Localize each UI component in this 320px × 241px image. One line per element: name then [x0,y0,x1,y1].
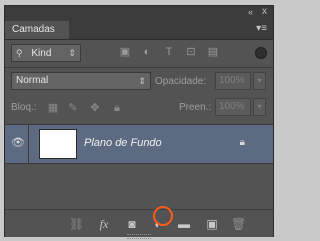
layers-list: 👁︎ Plano de Fundo 🔒︎ [5,120,273,209]
fx-icon[interactable]: fx [97,217,111,231]
tab-camadas[interactable]: Camadas [5,21,69,39]
filter-toggle[interactable] [255,47,267,59]
panel-titlebar: « x [5,6,273,19]
opacity-input[interactable]: 100% [215,72,251,90]
link-icon[interactable]: ⛓ [69,217,84,231]
lock-label: Bloq.: [11,102,37,113]
filter-row: ⚲ Kind ⇕ ▣ ◐ T ⊡ ▤ [11,44,269,64]
opacity-dropdown-button[interactable]: ▾ [253,72,266,90]
resize-grip[interactable] [127,234,151,239]
chevron-updown-icon: ⇕ [68,48,76,58]
blend-mode-select[interactable]: Normal ⇕ [11,72,151,90]
pixel-filter-icon[interactable]: ▣ [119,46,131,58]
highlight-ring [153,206,173,226]
lock-all-icon[interactable]: 🔒︎ [111,102,123,114]
lock-paint-icon[interactable]: ✎ [67,102,79,114]
trash-icon[interactable]: 🗑︎ [231,217,246,231]
new-layer-icon[interactable]: ▣ [205,217,219,231]
smart-object-filter-icon[interactable]: ▤ [207,46,219,58]
fill-input[interactable]: 100% [215,98,251,116]
search-icon: ⚲ [16,48,23,58]
lock-transparency-icon[interactable]: ▦ [47,102,59,114]
blend-mode-value: Normal [16,75,49,86]
divider [5,67,273,68]
shape-filter-icon[interactable]: ⊡ [185,46,197,58]
fill-dropdown-button[interactable]: ▾ [253,98,266,116]
mask-icon[interactable]: ◙ [125,217,139,231]
kind-label: Kind [31,48,52,59]
layer-name[interactable]: Plano de Fundo [84,137,162,149]
opacity-label: Opacidade: [155,76,207,87]
visibility-toggle[interactable]: 👁︎ [5,125,29,163]
group-folder-icon[interactable]: ▬ [177,217,191,231]
close-icon[interactable]: x [262,6,267,17]
chevron-updown-icon: ⇕ [138,76,146,86]
collapse-icon[interactable]: « [248,7,253,17]
adjustment-filter-icon[interactable]: ◐ [141,46,153,58]
lock-icon: 🔒︎ [239,137,245,148]
layer-thumbnail[interactable] [39,129,77,159]
fill-label: Preen.: [179,102,212,113]
layers-bottom-bar: ⛓ fx ◙ ◐ ▬ ▣ 🗑︎ [5,209,273,237]
eye-icon: 👁︎ [11,137,25,149]
kind-filter-select[interactable]: ⚲ Kind ⇕ [11,44,81,62]
panel-menu-icon[interactable]: ▾≡ [256,23,267,34]
layers-panel: « x Camadas ▾≡ ⚲ Kind ⇕ ▣ ◐ T ⊡ ▤ Normal… [4,5,274,239]
lock-position-icon[interactable]: ✥ [89,102,101,114]
layer-row[interactable]: 👁︎ Plano de Fundo 🔒︎ [5,124,273,164]
type-filter-icon[interactable]: T [163,46,175,58]
tab-row: Camadas ▾≡ [5,19,273,40]
